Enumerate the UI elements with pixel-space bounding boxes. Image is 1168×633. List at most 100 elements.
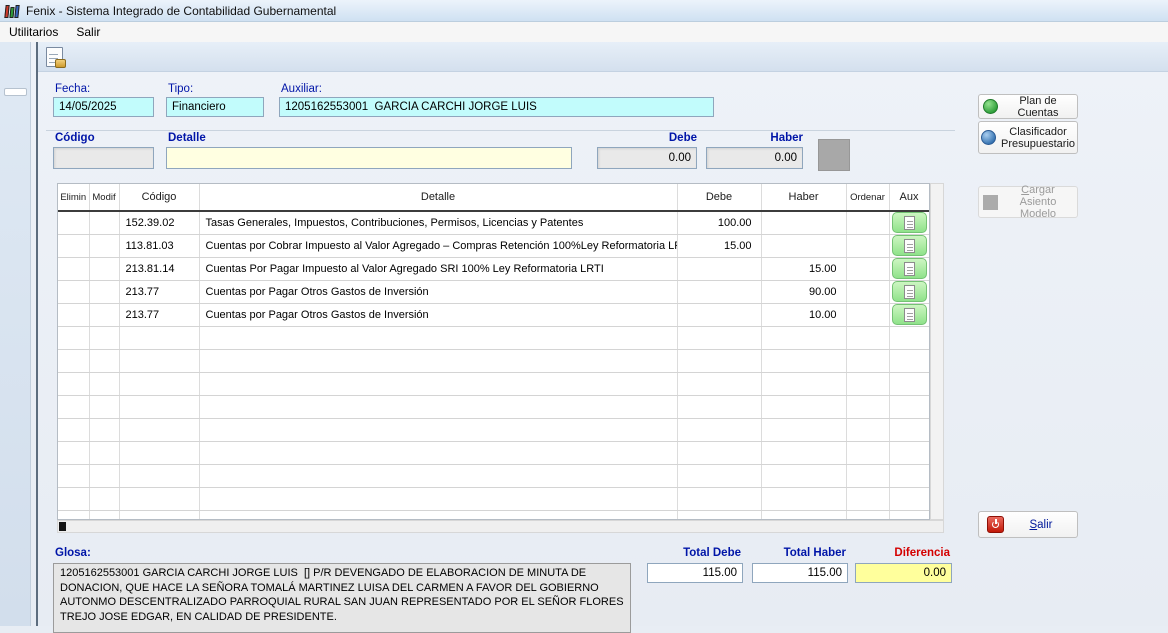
aux-button[interactable] xyxy=(892,212,927,233)
grid-cell-ordenar[interactable] xyxy=(846,211,889,234)
grid-cell-ordenar[interactable] xyxy=(846,234,889,257)
grid-cell-detalle[interactable]: Cuentas por Pagar Otros Gastos de Invers… xyxy=(199,280,677,303)
grid-cell-modif[interactable] xyxy=(89,280,119,303)
grid-empty-cell xyxy=(889,326,929,349)
grid-cell-detalle[interactable]: Tasas Generales, Impuestos, Contribucion… xyxy=(199,211,677,234)
grid-empty-cell xyxy=(761,326,846,349)
grid-cell-debe[interactable] xyxy=(677,303,761,326)
grid-cell-haber[interactable]: 15.00 xyxy=(761,257,846,280)
cargar-asiento-modelo-button[interactable]: Cargar Asiento Modelo xyxy=(978,186,1078,218)
grid-empty-cell xyxy=(89,418,119,441)
grid-empty-cell xyxy=(199,418,677,441)
grid-cell-codigo[interactable]: 213.81.14 xyxy=(119,257,199,280)
glosa-label: Glosa: xyxy=(55,547,91,559)
separator-line xyxy=(46,130,955,131)
grid-cell-debe[interactable] xyxy=(677,280,761,303)
grid-cell-ordenar[interactable] xyxy=(846,257,889,280)
aux-button[interactable] xyxy=(892,235,927,256)
diferencia-field: 0.00 xyxy=(855,563,952,583)
power-icon xyxy=(987,516,1004,533)
grid-empty-cell xyxy=(58,464,89,487)
grid-cell-ordenar[interactable] xyxy=(846,280,889,303)
grid-cell-codigo[interactable]: 213.77 xyxy=(119,280,199,303)
grid-row: 213.77Cuentas por Pagar Otros Gastos de … xyxy=(58,303,929,326)
detalle-label: Detalle xyxy=(168,132,206,144)
auxiliar-label: Auxiliar: xyxy=(281,83,322,95)
grid-horizontal-scrollbar[interactable] xyxy=(57,520,944,533)
menu-utilitarios[interactable]: Utilitarios xyxy=(0,23,67,41)
grid-cell-ordenar[interactable] xyxy=(846,303,889,326)
grid-cell-codigo[interactable]: 152.39.02 xyxy=(119,211,199,234)
title-bar: Fenix - Sistema Integrado de Contabilida… xyxy=(0,0,1168,22)
plan-de-cuentas-label: Plan de Cuentas xyxy=(1003,95,1073,119)
grid-empty-cell xyxy=(119,441,199,464)
auxiliar-field[interactable]: 1205162553001 GARCIA CARCHI JORGE LUIS xyxy=(279,97,714,117)
aux-button[interactable] xyxy=(892,281,927,302)
grid-vertical-scrollbar[interactable] xyxy=(930,183,944,520)
menu-salir[interactable]: Salir xyxy=(67,23,109,41)
grid-empty-cell xyxy=(89,395,119,418)
grid-cell-haber[interactable] xyxy=(761,211,846,234)
grid-cell-modif[interactable] xyxy=(89,211,119,234)
salir-button[interactable]: Salir xyxy=(978,511,1078,538)
haber-input[interactable]: 0.00 xyxy=(706,147,803,169)
grid-empty-cell xyxy=(677,349,761,372)
grid-cell-elimin[interactable] xyxy=(58,234,89,257)
grid-empty-cell xyxy=(889,395,929,418)
grid-cell-detalle[interactable]: Cuentas por Cobrar Impuesto al Valor Agr… xyxy=(199,234,677,257)
scrollbar-thumb[interactable] xyxy=(59,522,66,531)
grid-empty-cell xyxy=(199,510,677,520)
debe-input[interactable]: 0.00 xyxy=(597,147,697,169)
grid-cell-detalle[interactable]: Cuentas Por Pagar Impuesto al Valor Agre… xyxy=(199,257,677,280)
grid-cell-aux[interactable] xyxy=(889,211,929,234)
grid-cell-modif[interactable] xyxy=(89,234,119,257)
fecha-field[interactable]: 14/05/2025 xyxy=(53,97,154,117)
new-entry-icon[interactable] xyxy=(46,47,63,67)
grid-cell-elimin[interactable] xyxy=(58,280,89,303)
grid-cell-elimin[interactable] xyxy=(58,303,89,326)
grid-cell-aux[interactable] xyxy=(889,280,929,303)
grid-cell-aux[interactable] xyxy=(889,234,929,257)
grid-empty-row xyxy=(58,372,929,395)
grid-cell-elimin[interactable] xyxy=(58,257,89,280)
grid-cell-debe[interactable]: 15.00 xyxy=(677,234,761,257)
grid-cell-debe[interactable] xyxy=(677,257,761,280)
grid-empty-row xyxy=(58,510,929,520)
tipo-field[interactable]: Financiero xyxy=(166,97,264,117)
grid-cell-modif[interactable] xyxy=(89,257,119,280)
grid-cell-codigo[interactable]: 213.77 xyxy=(119,303,199,326)
grid-empty-cell xyxy=(89,487,119,510)
clasificador-presupuestario-button[interactable]: Clasificador Presupuestario xyxy=(978,121,1078,154)
grid-cell-haber[interactable] xyxy=(761,234,846,257)
panel-grip[interactable] xyxy=(4,88,27,96)
codigo-label: Código xyxy=(55,132,95,144)
grid-cell-elimin[interactable] xyxy=(58,211,89,234)
add-row-button[interactable] xyxy=(818,139,850,171)
salir-label: Salir xyxy=(1009,519,1073,531)
aux-button[interactable] xyxy=(892,304,927,325)
grid-cell-aux[interactable] xyxy=(889,303,929,326)
grid-empty-cell xyxy=(89,441,119,464)
grid-cell-detalle[interactable]: Cuentas por Pagar Otros Gastos de Invers… xyxy=(199,303,677,326)
grid-cell-haber[interactable]: 90.00 xyxy=(761,280,846,303)
grid-cell-codigo[interactable]: 113.81.03 xyxy=(119,234,199,257)
grid-cell-debe[interactable]: 100.00 xyxy=(677,211,761,234)
detalle-input[interactable] xyxy=(166,147,572,169)
gray-square-icon xyxy=(983,195,998,210)
grid-empty-cell xyxy=(846,487,889,510)
grid-empty-cell xyxy=(889,510,929,520)
grid-empty-cell xyxy=(846,372,889,395)
window-title: Fenix - Sistema Integrado de Contabilida… xyxy=(26,4,336,18)
grid-empty-row xyxy=(58,395,929,418)
aux-button[interactable] xyxy=(892,258,927,279)
grid-cell-modif[interactable] xyxy=(89,303,119,326)
grid-cell-aux[interactable] xyxy=(889,257,929,280)
codigo-input[interactable] xyxy=(53,147,154,169)
grid-empty-cell xyxy=(677,487,761,510)
glosa-textarea[interactable]: 1205162553001 GARCIA CARCHI JORGE LUIS [… xyxy=(53,563,631,633)
grid-empty-cell xyxy=(677,372,761,395)
grid-empty-cell xyxy=(199,349,677,372)
grid-cell-haber[interactable]: 10.00 xyxy=(761,303,846,326)
plan-de-cuentas-button[interactable]: Plan de Cuentas xyxy=(978,94,1078,119)
entries-grid: EliminModifCódigoDetalleDebeHaberOrdenar… xyxy=(57,183,930,520)
